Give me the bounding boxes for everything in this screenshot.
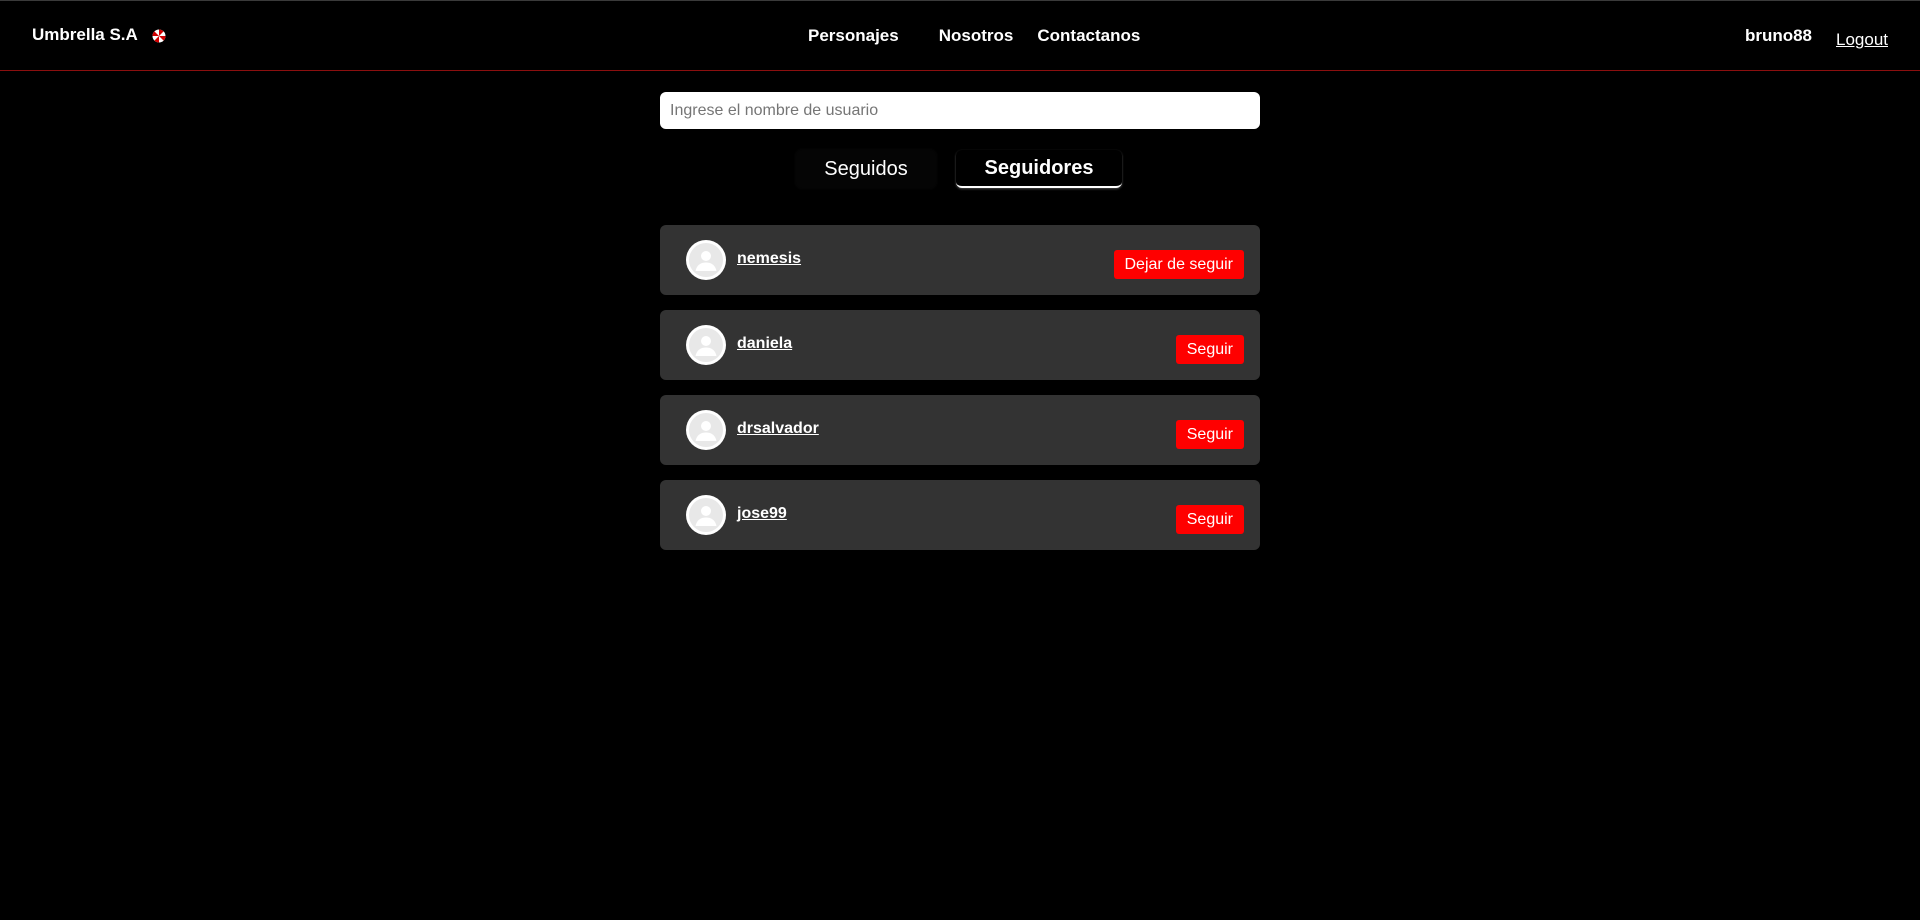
main-nav: Personajes Nosotros Contactanos [808,26,1140,46]
search-input[interactable] [660,92,1260,129]
user-link[interactable]: drsalvador [737,420,819,438]
default-user-icon [686,410,726,450]
default-user-icon [686,495,726,535]
follow-button[interactable]: Seguir [1175,505,1244,534]
brand[interactable]: Umbrella S.A [32,25,166,45]
follow-tabs: Seguidos Seguidores [796,150,1122,188]
list-item: jose99 Seguir [660,480,1260,550]
brand-name: Umbrella S.A [32,25,138,44]
user-link[interactable]: jose99 [737,505,787,523]
nav-nosotros[interactable]: Nosotros [939,26,1014,46]
navbar: Umbrella S.A Personajes Nosotros Contact… [0,0,1920,71]
user-area: bruno88 Logout [1744,26,1888,49]
unfollow-button[interactable]: Dejar de seguir [1113,250,1244,279]
list-item: drsalvador Seguir [660,395,1260,465]
default-user-icon [686,325,726,365]
follow-button[interactable]: Seguir [1175,335,1244,364]
user-link[interactable]: daniela [737,335,792,353]
followers-list: nemesis Dejar de seguir daniela Seguir d… [660,225,1260,565]
nav-contactanos[interactable]: Contactanos [1037,26,1140,46]
username: bruno88 [1744,26,1812,45]
follow-button[interactable]: Seguir [1175,420,1244,449]
list-item: nemesis Dejar de seguir [660,225,1260,295]
tab-seguidores[interactable]: Seguidores [956,150,1122,188]
umbrella-logo-icon [152,28,166,43]
logout-link[interactable]: Logout [1836,30,1888,50]
user-link[interactable]: nemesis [737,250,801,268]
nav-personajes[interactable]: Personajes [808,26,899,46]
default-user-icon [686,240,726,280]
tab-seguidos[interactable]: Seguidos [796,150,936,188]
list-item: daniela Seguir [660,310,1260,380]
